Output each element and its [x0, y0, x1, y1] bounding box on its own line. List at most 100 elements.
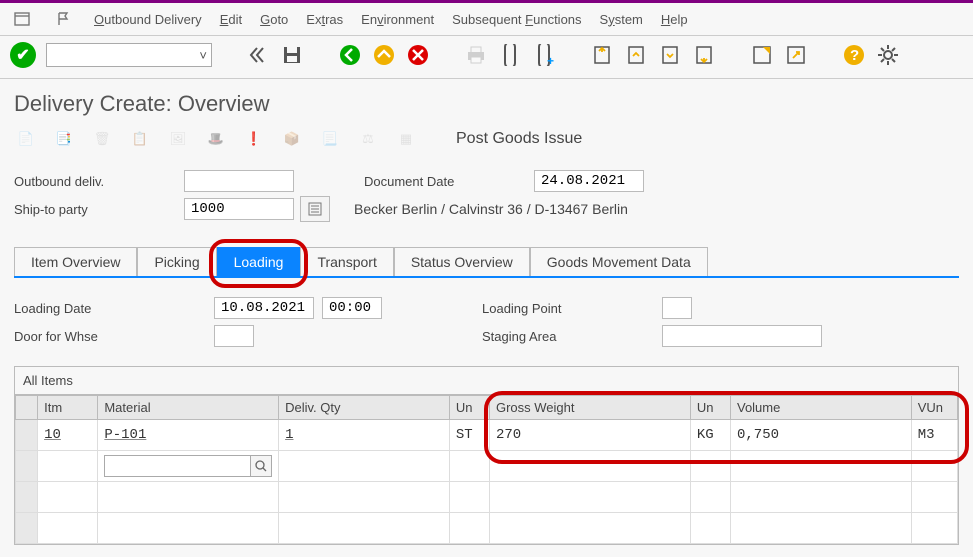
back-icon[interactable]: [246, 43, 270, 67]
loading-form: Loading Date Loading Point Door for Whse…: [0, 278, 973, 360]
cell-itm[interactable]: 10: [38, 420, 98, 451]
window-menu-icon[interactable]: [10, 7, 34, 31]
loading-date-input[interactable]: [214, 297, 314, 319]
hat-icon: 🎩: [204, 127, 228, 151]
cell-gross[interactable]: 270: [489, 420, 690, 451]
secondary-toolbar: 📄 📑 🗑 📋 🖼 🎩 ❗ 📦 📃 ⚖ ▦ Post Goods Issue: [0, 123, 973, 161]
ship-to-details-button[interactable]: [300, 196, 330, 222]
cell-qty[interactable]: 1: [279, 420, 450, 451]
menu-system[interactable]: System: [600, 12, 643, 27]
first-page-icon[interactable]: [590, 43, 614, 67]
help-icon[interactable]: ?: [842, 43, 866, 67]
table-row[interactable]: [16, 513, 958, 544]
table-row[interactable]: [16, 451, 958, 482]
tab-item-overview[interactable]: Item Overview: [14, 247, 137, 276]
cell-un1[interactable]: ST: [449, 420, 489, 451]
outbound-deliv-label: Outbound deliv.: [14, 174, 184, 189]
loading-point-input[interactable]: [662, 297, 692, 319]
doc-date-input[interactable]: [534, 170, 644, 192]
prev-page-icon[interactable]: [624, 43, 648, 67]
menu-environment[interactable]: Environment: [361, 12, 434, 27]
menubar: Outbound Delivery Edit Goto Extras Environme…: [0, 3, 973, 36]
items-table: Itm Material Deliv. Qty Un Gross Weight …: [15, 395, 958, 544]
print-icon: [464, 43, 488, 67]
col-vun[interactable]: VUn: [911, 396, 957, 420]
settings-icon[interactable]: [876, 43, 900, 67]
select-all-header[interactable]: [16, 396, 38, 420]
find-next-icon[interactable]: +: [532, 43, 556, 67]
col-un1[interactable]: Un: [449, 396, 489, 420]
table-row[interactable]: [16, 482, 958, 513]
outbound-deliv-input[interactable]: [184, 170, 294, 192]
shortcut-icon[interactable]: [784, 43, 808, 67]
door-input[interactable]: [214, 325, 254, 347]
menu-outbound-delivery[interactable]: Outbound Delivery: [94, 12, 202, 27]
material-input[interactable]: [104, 455, 251, 477]
col-gross[interactable]: Gross Weight: [489, 396, 690, 420]
sheet-icon: 📃: [318, 127, 342, 151]
scale-icon: ⚖: [356, 127, 380, 151]
tab-goods-movement-data[interactable]: Goods Movement Data: [530, 247, 708, 276]
ship-to-label: Ship-to party: [14, 202, 184, 217]
menu-help[interactable]: Help: [661, 12, 688, 27]
staging-label: Staging Area: [482, 329, 662, 344]
last-page-icon[interactable]: [692, 43, 716, 67]
trash-icon: 🗑: [90, 127, 114, 151]
main-toolbar: ✔ ˅ + ?: [0, 36, 973, 79]
col-volume[interactable]: Volume: [730, 396, 911, 420]
ship-to-text: Becker Berlin / Calvinstr 36 / D-13467 B…: [354, 201, 628, 217]
row-selector[interactable]: [16, 420, 38, 451]
tab-strip: Item OverviewPickingLoadingTransportStat…: [14, 247, 959, 276]
cell-un2[interactable]: KG: [690, 420, 730, 451]
page-title: Delivery Create: Overview: [0, 79, 973, 123]
svg-text:+: +: [547, 54, 554, 66]
menu-edit[interactable]: Edit: [220, 12, 242, 27]
tab-picking[interactable]: Picking: [137, 247, 216, 276]
cell-volume[interactable]: 0,750: [730, 420, 911, 451]
svg-text:?: ?: [850, 47, 859, 64]
incompletion-icon[interactable]: ❗: [242, 127, 266, 151]
menu-goto[interactable]: Goto: [260, 12, 288, 27]
col-material[interactable]: Material: [98, 396, 279, 420]
grid-icon: ▦: [394, 127, 418, 151]
grid-area: All Items Itm Material Deliv. Qty Un Gro…: [0, 360, 973, 551]
col-itm[interactable]: Itm: [38, 396, 98, 420]
col-un2[interactable]: Un: [690, 396, 730, 420]
tab-status-overview[interactable]: Status Overview: [394, 247, 530, 276]
grid-title: All Items: [14, 366, 959, 394]
display-icon: 📄: [14, 127, 38, 151]
cell-material[interactable]: [98, 451, 279, 482]
enter-button[interactable]: ✔: [10, 42, 36, 68]
col-qty[interactable]: Deliv. Qty: [279, 396, 450, 420]
cell-vun[interactable]: M3: [911, 420, 957, 451]
table-row[interactable]: 10 P-101 1 ST 270 KG 0,750 M3: [16, 420, 958, 451]
cell-itm[interactable]: [38, 451, 98, 482]
nav-up-icon[interactable]: [372, 43, 396, 67]
delete-item-icon[interactable]: 📑: [52, 127, 76, 151]
flag-icon[interactable]: [52, 7, 76, 31]
loading-point-label: Loading Point: [482, 301, 662, 316]
find-icon[interactable]: [498, 43, 522, 67]
staging-input[interactable]: [662, 325, 822, 347]
ship-to-input[interactable]: [184, 198, 294, 220]
command-field[interactable]: ˅: [46, 43, 212, 67]
loading-time-input[interactable]: [322, 297, 382, 319]
cancel-icon[interactable]: [406, 43, 430, 67]
menu-subsequent-functions[interactable]: Subsequent Functions: [452, 12, 581, 27]
save-icon[interactable]: [280, 43, 304, 67]
next-page-icon[interactable]: [658, 43, 682, 67]
loading-date-label: Loading Date: [14, 301, 214, 316]
tab-transport[interactable]: Transport: [300, 247, 393, 276]
cell-material[interactable]: P-101: [98, 420, 279, 451]
material-search-button[interactable]: [250, 455, 272, 477]
header-form: Outbound deliv. Document Date Ship-to pa…: [0, 161, 973, 233]
copy-icon: 📋: [128, 127, 152, 151]
highlight-annotation-tab: [209, 239, 309, 288]
row-selector[interactable]: [16, 451, 38, 482]
doc-date-label: Document Date: [364, 174, 534, 189]
menu-extras[interactable]: Extras: [306, 12, 343, 27]
picture-icon: 🖼: [166, 127, 190, 151]
post-goods-issue-button[interactable]: Post Goods Issue: [456, 130, 582, 148]
nav-back-icon[interactable]: [338, 43, 362, 67]
new-session-icon[interactable]: [750, 43, 774, 67]
